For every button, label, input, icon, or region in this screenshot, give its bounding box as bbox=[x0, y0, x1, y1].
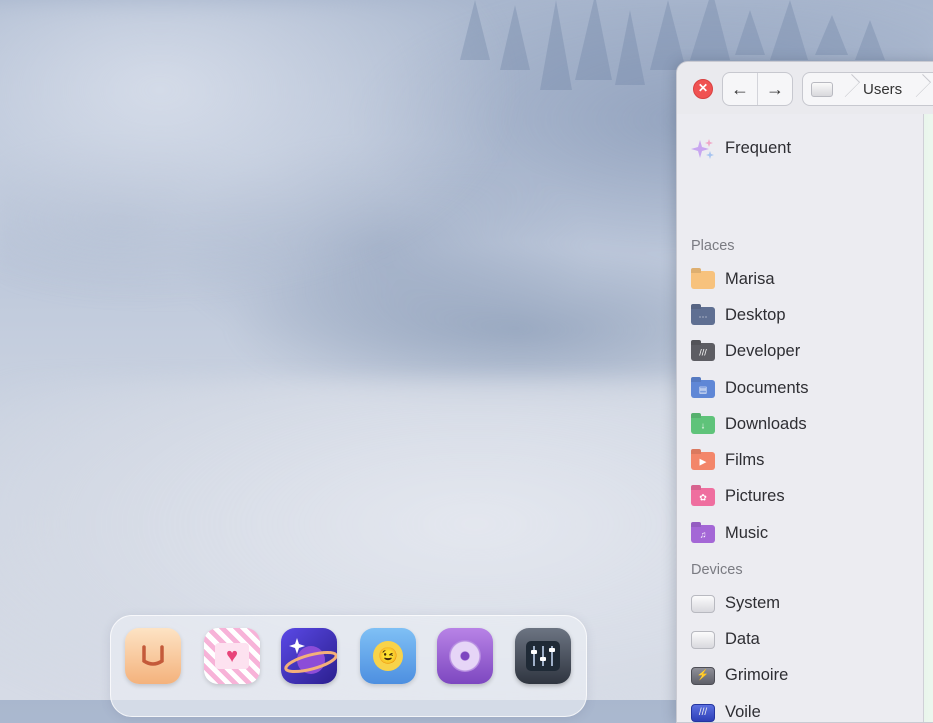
navigation-buttons: ← → bbox=[722, 72, 793, 106]
file-manager-window: ✕ ← → Users M Frequent Places bbox=[676, 61, 933, 723]
arrow-right-icon: → bbox=[766, 78, 784, 99]
messages-app-icon[interactable]: 😉 bbox=[360, 628, 416, 684]
drive-icon bbox=[691, 593, 715, 613]
desktop-folder-icon: ··· bbox=[691, 305, 715, 325]
sidebar: Frequent Places Marisa ··· Desktop /// D… bbox=[677, 114, 924, 722]
sidebar-item-voile[interactable]: /// Voile bbox=[691, 697, 761, 722]
music-folder-icon: ♫ bbox=[691, 523, 715, 543]
drive-icon bbox=[811, 81, 833, 97]
sidebar-item-frequent[interactable]: Frequent bbox=[691, 133, 791, 163]
sidebar-item-label: Pictures bbox=[725, 486, 785, 505]
mail-app-icon[interactable]: ♥ bbox=[204, 628, 260, 684]
sparkle-icon bbox=[691, 138, 715, 159]
sidebar-item-developer[interactable]: /// Developer bbox=[691, 336, 800, 366]
back-button[interactable]: ← bbox=[723, 73, 757, 105]
dock: ♥ 😉 bbox=[110, 615, 587, 717]
close-button[interactable]: ✕ bbox=[693, 79, 713, 99]
downloads-folder-icon: ↓ bbox=[691, 414, 715, 434]
sidebar-item-label: Films bbox=[725, 450, 765, 469]
drive-icon bbox=[691, 629, 715, 649]
sidebar-item-documents[interactable]: ▤ Documents bbox=[691, 373, 808, 403]
home-folder-icon bbox=[691, 269, 715, 289]
sidebar-item-label: Grimoire bbox=[725, 665, 789, 684]
breadcrumb-separator bbox=[841, 73, 851, 105]
breadcrumb: Users M bbox=[802, 72, 933, 106]
music-player-app-icon[interactable] bbox=[437, 628, 493, 684]
section-heading-places: Places bbox=[691, 238, 735, 254]
sidebar-item-system[interactable]: System bbox=[691, 588, 780, 618]
pictures-folder-icon: ✿ bbox=[691, 486, 715, 506]
sidebar-item-label: Music bbox=[725, 523, 769, 542]
sidebar-item-label: Downloads bbox=[725, 414, 807, 433]
sidebar-item-label: Marisa bbox=[725, 269, 775, 288]
breadcrumb-separator bbox=[912, 73, 922, 105]
sidebar-item-marisa[interactable]: Marisa bbox=[691, 264, 775, 294]
section-heading-devices: Devices bbox=[691, 562, 743, 578]
sidebar-item-films[interactable]: ▶ Films bbox=[691, 445, 764, 475]
titlebar: ✕ ← → Users M bbox=[677, 62, 933, 115]
sidebar-item-label: Voile bbox=[725, 702, 761, 721]
sidebar-item-label: Documents bbox=[725, 378, 809, 397]
documents-folder-icon: ▤ bbox=[691, 378, 715, 398]
sidebar-item-data[interactable]: Data bbox=[691, 624, 760, 654]
sidebar-item-label: Developer bbox=[725, 341, 801, 360]
dark-drive-icon: ⚡ bbox=[691, 665, 715, 685]
finder-app-icon[interactable] bbox=[125, 628, 181, 684]
mixer-app-icon[interactable] bbox=[515, 628, 571, 684]
planet-app-icon[interactable] bbox=[281, 628, 337, 684]
sidebar-item-music[interactable]: ♫ Music bbox=[691, 518, 768, 548]
sidebar-item-downloads[interactable]: ↓ Downloads bbox=[691, 409, 807, 439]
sidebar-item-label: System bbox=[725, 593, 781, 612]
sidebar-item-grimoire[interactable]: ⚡ Grimoire bbox=[691, 660, 788, 690]
breadcrumb-users[interactable]: Users bbox=[851, 81, 912, 98]
sidebar-item-label: Data bbox=[725, 629, 760, 648]
forward-button[interactable]: → bbox=[757, 73, 792, 105]
breadcrumb-root[interactable] bbox=[803, 73, 841, 105]
sidebar-item-desktop[interactable]: ··· Desktop bbox=[691, 300, 786, 330]
sidebar-item-label: Frequent bbox=[725, 138, 792, 157]
blue-drive-icon: /// bbox=[691, 702, 715, 722]
developer-folder-icon: /// bbox=[691, 341, 715, 361]
content-area[interactable] bbox=[924, 114, 933, 722]
arrow-left-icon: ← bbox=[731, 78, 749, 99]
sidebar-item-label: Desktop bbox=[725, 305, 786, 324]
sidebar-item-pictures[interactable]: ✿ Pictures bbox=[691, 481, 785, 511]
films-folder-icon: ▶ bbox=[691, 450, 715, 470]
